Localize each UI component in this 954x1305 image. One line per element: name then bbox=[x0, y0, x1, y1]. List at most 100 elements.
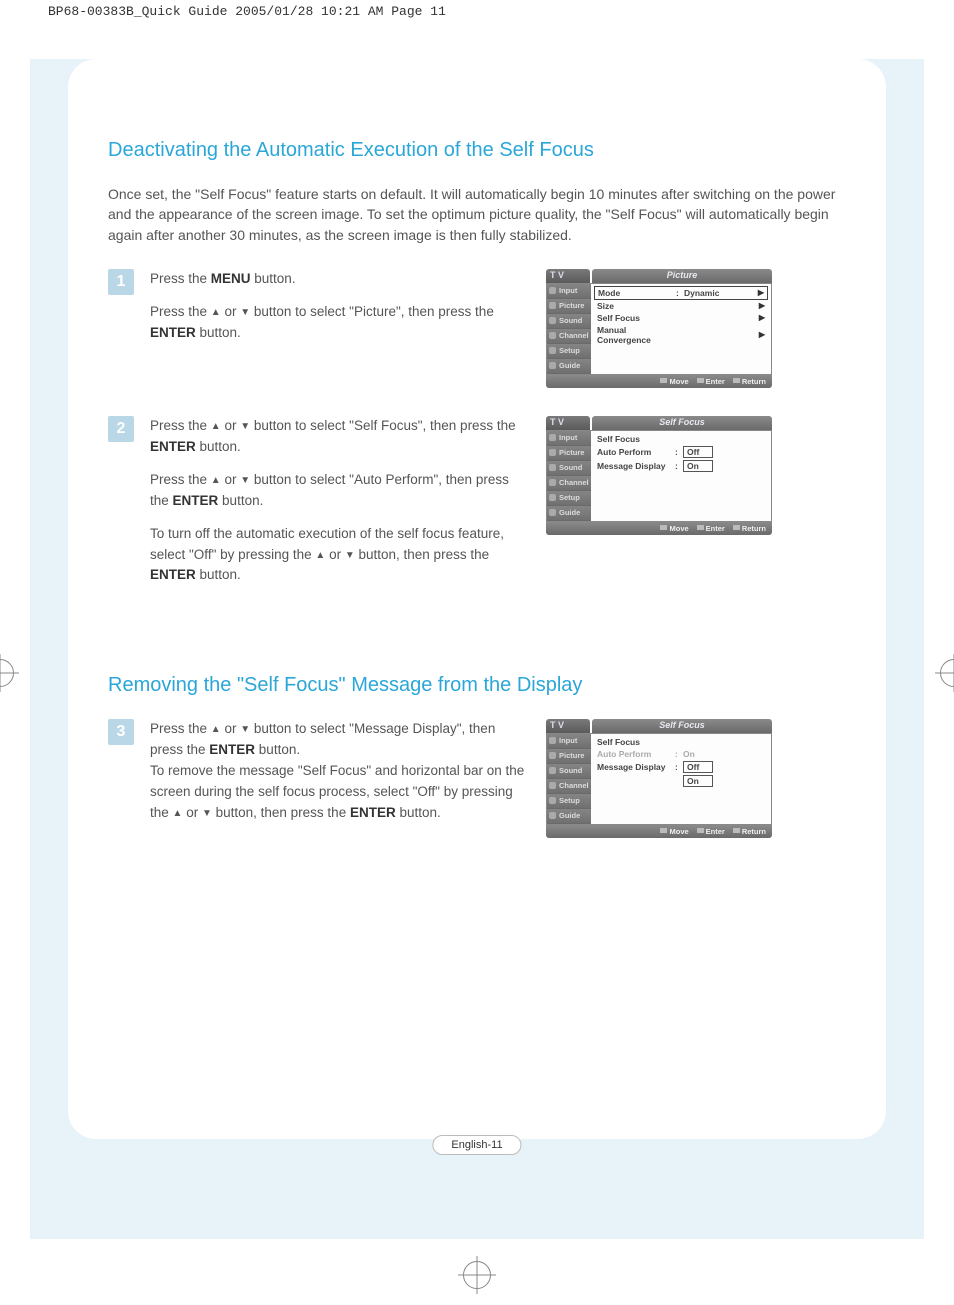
osd-footer: Move Enter Return bbox=[546, 375, 772, 388]
step-paragraph: Press the ▲ or ▼ button to select "Self … bbox=[150, 416, 530, 458]
osd-side-item: Sound bbox=[547, 764, 591, 779]
osd-side-item: Guide bbox=[547, 359, 591, 374]
osd-colon: : bbox=[676, 288, 684, 298]
osd-menu-row: Manual Convergence ▶ bbox=[594, 324, 768, 346]
section-intro: Once set, the "Self Focus" feature start… bbox=[108, 184, 846, 245]
step-paragraph: Press the ▲ or ▼ button to select "Messa… bbox=[150, 719, 530, 824]
osd-foot-return: Return bbox=[733, 524, 766, 533]
step-paragraph: Press the MENU button. bbox=[150, 269, 530, 290]
osd-row-value: On bbox=[683, 775, 713, 787]
osd-sidebar: InputPictureSoundChannelSetupGuide bbox=[547, 431, 591, 521]
osd-row-label: Self Focus bbox=[597, 434, 675, 444]
step-text: Press the ▲ or ▼ button to select "Messa… bbox=[150, 719, 530, 824]
page-number: English-11 bbox=[432, 1135, 521, 1155]
osd-menu-row: Message Display : Off bbox=[594, 760, 768, 774]
osd-side-item: Channel bbox=[547, 476, 591, 491]
osd-title: Self Focus bbox=[592, 416, 772, 430]
osd-menu-row: Auto Perform : On bbox=[594, 748, 768, 760]
osd-tv-label: T V bbox=[546, 269, 590, 283]
osd-menu-row: Self Focus bbox=[594, 433, 768, 445]
osd-foot-enter: Enter bbox=[697, 827, 725, 836]
osd-foot-return: Return bbox=[733, 377, 766, 386]
osd-footer: Move Enter Return bbox=[546, 825, 772, 838]
osd-menu-row: Size ▶ bbox=[594, 300, 768, 312]
osd-row-label: Message Display bbox=[597, 461, 675, 471]
osd-main: Self Focus Auto Perform : On Message Dis… bbox=[591, 734, 771, 824]
osd-title: Self Focus bbox=[592, 719, 772, 733]
osd-tv-label: T V bbox=[546, 416, 590, 430]
osd-side-item: Channel bbox=[547, 779, 591, 794]
chevron-right-icon: ▶ bbox=[759, 301, 765, 310]
section-title-remove-msg: Removing the "Self Focus" Message from t… bbox=[108, 674, 846, 697]
osd-side-item: Input bbox=[547, 284, 591, 299]
osd-colon: : bbox=[675, 447, 683, 457]
osd-foot-move: Move bbox=[660, 524, 688, 533]
osd-row-value: Off bbox=[683, 761, 713, 773]
chevron-right-icon: ▶ bbox=[758, 288, 764, 297]
step-paragraph: To turn off the automatic execution of t… bbox=[150, 524, 530, 587]
osd-foot-enter: Enter bbox=[697, 377, 725, 386]
step-text: Press the ▲ or ▼ button to select "Self … bbox=[150, 416, 530, 586]
step-number: 2 bbox=[108, 416, 134, 442]
pdf-header: BP68-00383B_Quick Guide 2005/01/28 10:21… bbox=[0, 0, 954, 19]
osd-row-label: Self Focus bbox=[597, 313, 675, 323]
osd-row-label: Mode bbox=[598, 288, 676, 298]
osd-side-item: Setup bbox=[547, 491, 591, 506]
osd-tv-label: T V bbox=[546, 719, 590, 733]
osd-menu-row: Mode : Dynamic ▶ bbox=[594, 286, 768, 300]
osd-colon: : bbox=[675, 749, 683, 759]
osd-side-item: Sound bbox=[547, 461, 591, 476]
osd-menu-row: Self Focus ▶ bbox=[594, 312, 768, 324]
osd-side-item: Setup bbox=[547, 344, 591, 359]
osd-side-item: Picture bbox=[547, 299, 591, 314]
osd-sidebar: InputPictureSoundChannelSetupGuide bbox=[547, 284, 591, 374]
osd-menu-row: Auto Perform : Off bbox=[594, 445, 768, 459]
osd-row-label: Message Display bbox=[597, 762, 675, 772]
step-row-3: 3 Press the ▲ or ▼ button to select "Mes… bbox=[108, 719, 846, 838]
osd-selffocus-menu: T V Self Focus InputPictureSoundChannelS… bbox=[546, 416, 772, 535]
step-paragraph: Press the ▲ or ▼ button to select "Pictu… bbox=[150, 302, 530, 344]
osd-side-item: Setup bbox=[547, 794, 591, 809]
osd-row-label: Self Focus bbox=[597, 737, 675, 747]
osd-colon: : bbox=[675, 461, 683, 471]
step-number: 1 bbox=[108, 269, 134, 295]
content-card: Deactivating the Automatic Execution of … bbox=[68, 59, 886, 1139]
registration-mark-icon bbox=[940, 659, 954, 687]
section-title-deactivate: Deactivating the Automatic Execution of … bbox=[108, 139, 846, 162]
osd-colon: : bbox=[675, 762, 683, 772]
step-number: 3 bbox=[108, 719, 134, 745]
osd-row-value: On bbox=[683, 460, 713, 472]
osd-side-item: Input bbox=[547, 431, 591, 446]
chevron-right-icon: ▶ bbox=[759, 313, 765, 322]
osd-title: Picture bbox=[592, 269, 772, 283]
osd-row-value: On bbox=[683, 749, 765, 759]
chevron-right-icon: ▶ bbox=[759, 330, 765, 339]
osd-side-item: Picture bbox=[547, 749, 591, 764]
osd-side-item: Guide bbox=[547, 809, 591, 824]
osd-row-value: Dynamic bbox=[684, 288, 758, 298]
osd-main: Self Focus Auto Perform : Off Message Di… bbox=[591, 431, 771, 521]
osd-side-item: Guide bbox=[547, 506, 591, 521]
osd-side-item: Sound bbox=[547, 314, 591, 329]
osd-menu-row: On bbox=[594, 774, 768, 788]
osd-foot-move: Move bbox=[660, 827, 688, 836]
osd-row-label: Auto Perform bbox=[597, 447, 675, 457]
osd-row-label: Size bbox=[597, 301, 675, 311]
osd-row-label: Manual Convergence bbox=[597, 325, 675, 345]
osd-menu-row: Self Focus bbox=[594, 736, 768, 748]
osd-side-item: Picture bbox=[547, 446, 591, 461]
osd-footer: Move Enter Return bbox=[546, 522, 772, 535]
registration-mark-icon bbox=[463, 1261, 491, 1289]
osd-row-value: Off bbox=[683, 446, 713, 458]
registration-mark-icon bbox=[0, 659, 14, 687]
step-row-2: 2 Press the ▲ or ▼ button to select "Sel… bbox=[108, 416, 846, 586]
page-bleed: Deactivating the Automatic Execution of … bbox=[30, 59, 924, 1239]
step-row-1: 1 Press the MENU button. Press the ▲ or ▼… bbox=[108, 269, 846, 388]
osd-main: Mode : Dynamic ▶ Size ▶ Self Focus ▶ Man… bbox=[591, 284, 771, 374]
osd-row-label: Auto Perform bbox=[597, 749, 675, 759]
osd-side-item: Channel bbox=[547, 329, 591, 344]
osd-picture-menu: T V Picture InputPictureSoundChannelSetu… bbox=[546, 269, 772, 388]
step-text: Press the MENU button. Press the ▲ or ▼ b… bbox=[150, 269, 530, 344]
osd-sidebar: InputPictureSoundChannelSetupGuide bbox=[547, 734, 591, 824]
osd-foot-enter: Enter bbox=[697, 524, 725, 533]
